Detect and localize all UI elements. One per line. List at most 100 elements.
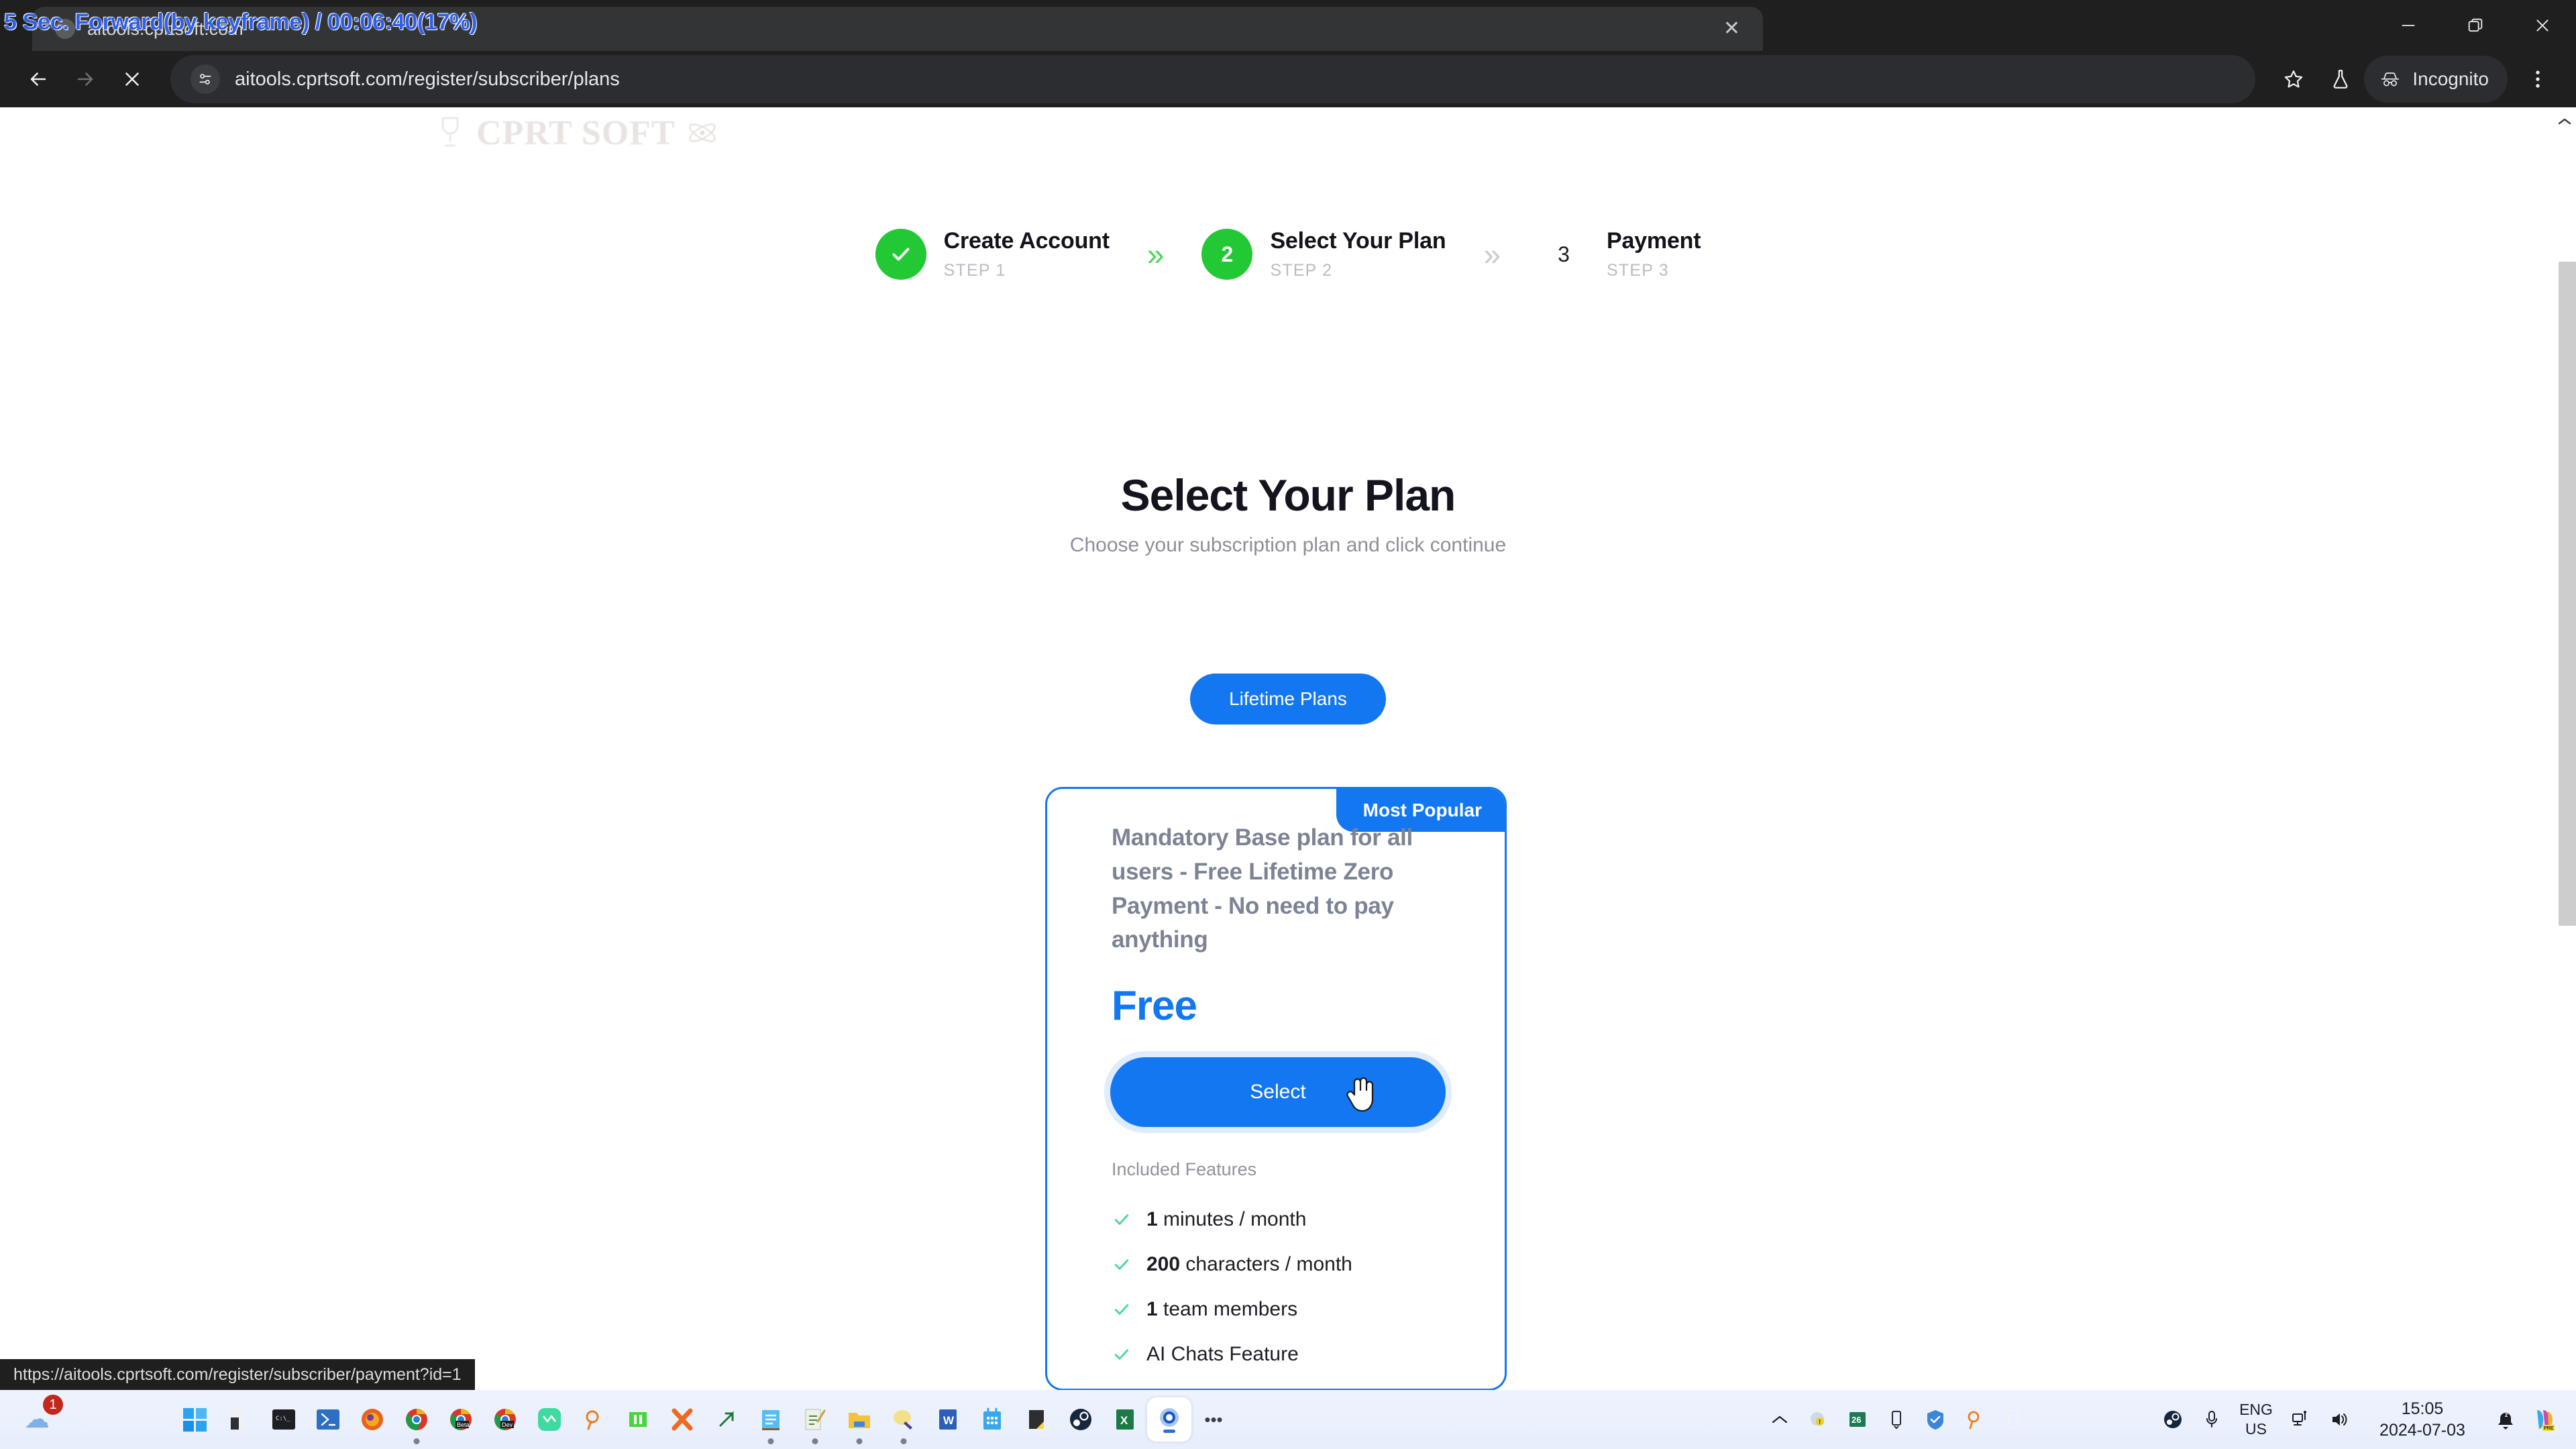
xampp-icon bbox=[672, 1408, 693, 1431]
network-icon[interactable] bbox=[2281, 1397, 2320, 1442]
taskbar-word[interactable]: W bbox=[926, 1397, 970, 1442]
restore-icon[interactable] bbox=[2442, 0, 2509, 51]
incognito-indicator[interactable]: Incognito bbox=[2364, 56, 2508, 103]
taskbar-chrome-beta[interactable]: Beta bbox=[439, 1397, 483, 1442]
usb-device-icon[interactable] bbox=[1877, 1397, 1916, 1442]
feature-value: 1 bbox=[1146, 1208, 1158, 1230]
close-icon[interactable] bbox=[2509, 0, 2576, 51]
address-bar[interactable]: aitools.cprtsoft.com/register/subscriber… bbox=[170, 55, 2256, 103]
scrollbar-thumb[interactable] bbox=[2559, 262, 2576, 926]
plan-card[interactable]: Most Popular Mandatory Base plan for all… bbox=[1045, 787, 1507, 1390]
microphone-icon[interactable] bbox=[2192, 1397, 2231, 1442]
calendar-26-icon[interactable]: 26 bbox=[1838, 1397, 1877, 1442]
three-dot-menu-icon[interactable] bbox=[2514, 56, 2561, 103]
step-1-bubble bbox=[875, 229, 926, 280]
lifetime-plans-toggle[interactable]: Lifetime Plans bbox=[1190, 674, 1386, 724]
plan-toggle-container: Lifetime Plans bbox=[0, 674, 2576, 724]
feature-row: 1 minutes / month bbox=[1112, 1197, 1474, 1242]
step-separator-2: » bbox=[1483, 237, 1501, 272]
included-features-heading: Included Features bbox=[1112, 1159, 1257, 1179]
taskbar-start-button[interactable] bbox=[173, 1397, 217, 1442]
taskbar-chrome[interactable] bbox=[394, 1397, 439, 1444]
taskbar-excel[interactable]: X bbox=[1103, 1397, 1147, 1442]
scrollbar-track[interactable] bbox=[2556, 134, 2576, 1348]
step-select-plan[interactable]: 2 Select Your Plan STEP 2 bbox=[1201, 228, 1446, 280]
taskbar-shortcut-app[interactable] bbox=[704, 1397, 749, 1442]
trophy-icon bbox=[441, 117, 459, 147]
taskbar-overflow-more[interactable]: ••• bbox=[1191, 1397, 1236, 1442]
taskbar-xampp[interactable] bbox=[660, 1397, 704, 1442]
taskbar-powershell[interactable] bbox=[306, 1397, 350, 1442]
warning-tray-icon[interactable]: ! bbox=[1799, 1397, 1838, 1442]
volume-icon[interactable] bbox=[2320, 1397, 2359, 1442]
check-icon bbox=[1112, 1344, 1146, 1364]
svg-text:W: W bbox=[943, 1414, 955, 1427]
taskbar-calendar[interactable] bbox=[970, 1397, 1014, 1442]
feature-label: minutes / month bbox=[1157, 1208, 1307, 1230]
taskbar-chromium-active[interactable] bbox=[1147, 1397, 1191, 1442]
taskbar-messenger-app[interactable] bbox=[527, 1397, 572, 1442]
step-3-sub: STEP 3 bbox=[1607, 261, 1669, 280]
file-explorer-icon bbox=[231, 1409, 244, 1430]
paint-app-icon bbox=[894, 1410, 912, 1430]
steam-icon bbox=[1070, 1409, 1091, 1430]
taskbar-clock[interactable]: 15:05 2024-07-03 bbox=[2359, 1398, 2486, 1442]
taskbar-file-explorer[interactable] bbox=[217, 1397, 262, 1442]
chevron-up-icon[interactable] bbox=[2553, 111, 2576, 131]
taskbar-editor-app[interactable] bbox=[793, 1397, 837, 1444]
steam-tray-icon[interactable] bbox=[2153, 1397, 2192, 1442]
stop-loading-icon[interactable] bbox=[109, 56, 156, 103]
flask-icon[interactable] bbox=[2317, 56, 2364, 103]
page-scrollbar[interactable] bbox=[2553, 107, 2576, 1390]
step-create-account[interactable]: Create Account STEP 1 bbox=[875, 228, 1110, 280]
taskbar-chrome-dev[interactable]: Dev bbox=[483, 1397, 527, 1442]
taskbar-terminal[interactable]: C:\_ bbox=[262, 1397, 306, 1442]
calendar-icon bbox=[983, 1407, 1001, 1430]
step-payment[interactable]: 3 Payment STEP 3 bbox=[1538, 228, 1701, 280]
site-settings-icon[interactable] bbox=[191, 64, 220, 94]
taskbar-sticky-notes[interactable] bbox=[1014, 1397, 1059, 1442]
step-1-title: Create Account bbox=[943, 228, 1110, 254]
search-tray-icon[interactable] bbox=[1955, 1397, 1994, 1442]
notifications-icon[interactable]: z bbox=[2486, 1397, 2525, 1442]
running-indicator bbox=[812, 1438, 818, 1444]
check-icon bbox=[1112, 1299, 1146, 1320]
phone-link-icon[interactable] bbox=[1994, 1397, 2033, 1442]
firefox-icon bbox=[362, 1409, 383, 1430]
check-icon bbox=[1112, 1254, 1146, 1275]
taskbar-green-utility-app[interactable] bbox=[616, 1397, 660, 1442]
site-logo[interactable]: CPRT SOFT bbox=[435, 107, 784, 158]
language-line-1: ENG bbox=[2239, 1401, 2273, 1419]
running-indicator bbox=[413, 1438, 420, 1444]
editor-app-icon bbox=[805, 1409, 826, 1430]
svg-text:Beta: Beta bbox=[457, 1421, 470, 1428]
feature-value: 200 bbox=[1146, 1252, 1181, 1275]
taskbar-paint-app[interactable] bbox=[881, 1397, 926, 1444]
page-viewport: CPRT SOFT Create Account STEP 1 » 2 Sele… bbox=[0, 107, 2576, 1390]
notes-app-icon bbox=[762, 1410, 780, 1430]
feature-label: team members bbox=[1157, 1297, 1298, 1320]
minimize-icon[interactable] bbox=[2375, 0, 2442, 51]
star-icon[interactable] bbox=[2270, 56, 2317, 103]
step-2-title: Select Your Plan bbox=[1270, 228, 1446, 254]
language-indicator[interactable]: ENG US bbox=[2231, 1400, 2281, 1439]
taskbar-steam[interactable] bbox=[1059, 1397, 1103, 1442]
taskbar-weather-widget[interactable]: ☁ 1 bbox=[15, 1395, 63, 1442]
address-bar-url[interactable]: aitools.cprtsoft.com/register/subscriber… bbox=[235, 68, 620, 91]
taskbar-firefox[interactable] bbox=[350, 1397, 394, 1442]
chromium-icon bbox=[1160, 1408, 1179, 1433]
close-icon[interactable]: ✕ bbox=[1723, 19, 1740, 39]
taskbar-search-everything[interactable] bbox=[572, 1397, 616, 1442]
copilot-icon[interactable]: PRE bbox=[2525, 1397, 2564, 1442]
security-shield-icon[interactable] bbox=[1916, 1397, 1955, 1442]
select-plan-button[interactable]: Select bbox=[1110, 1057, 1446, 1127]
taskbar-folder[interactable] bbox=[837, 1397, 881, 1444]
messenger-app-icon bbox=[538, 1408, 561, 1431]
forward-arrow-icon[interactable] bbox=[62, 56, 109, 103]
feature-text: 1 minutes / month bbox=[1146, 1208, 1306, 1231]
taskbar-notes-app[interactable] bbox=[749, 1397, 793, 1444]
show-hidden-icons-button[interactable] bbox=[1760, 1397, 1799, 1442]
feature-label: characters / month bbox=[1180, 1252, 1352, 1275]
feature-text: 1 team members bbox=[1146, 1298, 1297, 1321]
back-arrow-icon[interactable] bbox=[15, 56, 62, 103]
